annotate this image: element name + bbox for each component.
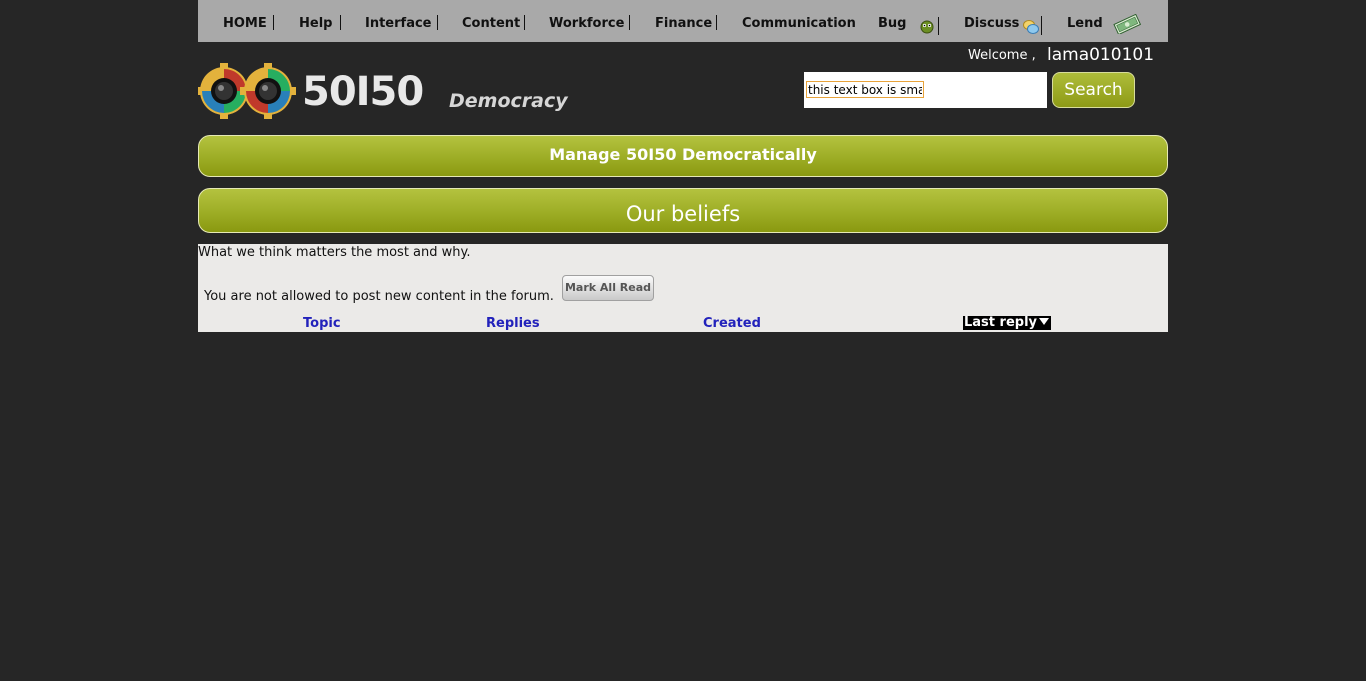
username-link[interactable]: lama010101	[1047, 45, 1154, 65]
forum-panel: What we think matters the most and why. …	[198, 244, 1168, 332]
forum-description: What we think matters the most and why.	[198, 245, 471, 260]
forum-notice: You are not allowed to post new content …	[204, 289, 554, 304]
search-button[interactable]: Search	[1052, 72, 1135, 108]
nav-separator	[1041, 16, 1042, 35]
nav-separator	[340, 15, 341, 30]
discuss-icon[interactable]	[1023, 19, 1039, 39]
mark-all-read-button[interactable]: Mark All Read	[562, 275, 654, 301]
column-last-reply[interactable]: Last reply	[963, 316, 1051, 330]
search-container	[804, 72, 1047, 108]
nav-discuss[interactable]: Discuss	[964, 16, 1019, 32]
bug-icon[interactable]	[919, 18, 935, 38]
search-input[interactable]	[806, 81, 924, 98]
nav-separator	[629, 15, 630, 30]
nav-home[interactable]: HOME	[223, 16, 267, 32]
nav-interface[interactable]: Interface	[365, 16, 432, 32]
sort-desc-icon	[1039, 318, 1049, 325]
nav-communication[interactable]: Communication	[742, 16, 856, 32]
nav-lend[interactable]: Lend	[1067, 16, 1103, 32]
gears-icon	[198, 63, 296, 119]
column-replies[interactable]: Replies	[486, 316, 540, 331]
nav-separator	[273, 15, 274, 30]
welcome-label: Welcome ,	[968, 48, 1036, 63]
nav-content[interactable]: Content	[462, 16, 520, 32]
nav-bug[interactable]: Bug	[878, 16, 906, 32]
logo-numbers: 50I50	[302, 69, 424, 115]
column-topic[interactable]: Topic	[303, 316, 341, 331]
nav-help[interactable]: Help	[299, 16, 332, 32]
nav-separator	[716, 15, 717, 30]
section-title: Our beliefs	[198, 188, 1168, 233]
money-icon[interactable]	[1112, 13, 1142, 38]
nav-separator	[524, 15, 525, 30]
nav-separator	[938, 17, 939, 35]
column-last-reply-label: Last reply	[964, 315, 1037, 330]
nav-workforce[interactable]: Workforce	[549, 16, 624, 32]
manage-banner[interactable]: Manage 50I50 Democratically	[198, 135, 1168, 177]
logo-word: Democracy	[449, 90, 568, 112]
top-nav: HOME Help Interface Content Workforce Fi…	[198, 0, 1168, 42]
nav-finance[interactable]: Finance	[655, 16, 712, 32]
column-created[interactable]: Created	[703, 316, 761, 331]
nav-separator	[437, 15, 438, 30]
